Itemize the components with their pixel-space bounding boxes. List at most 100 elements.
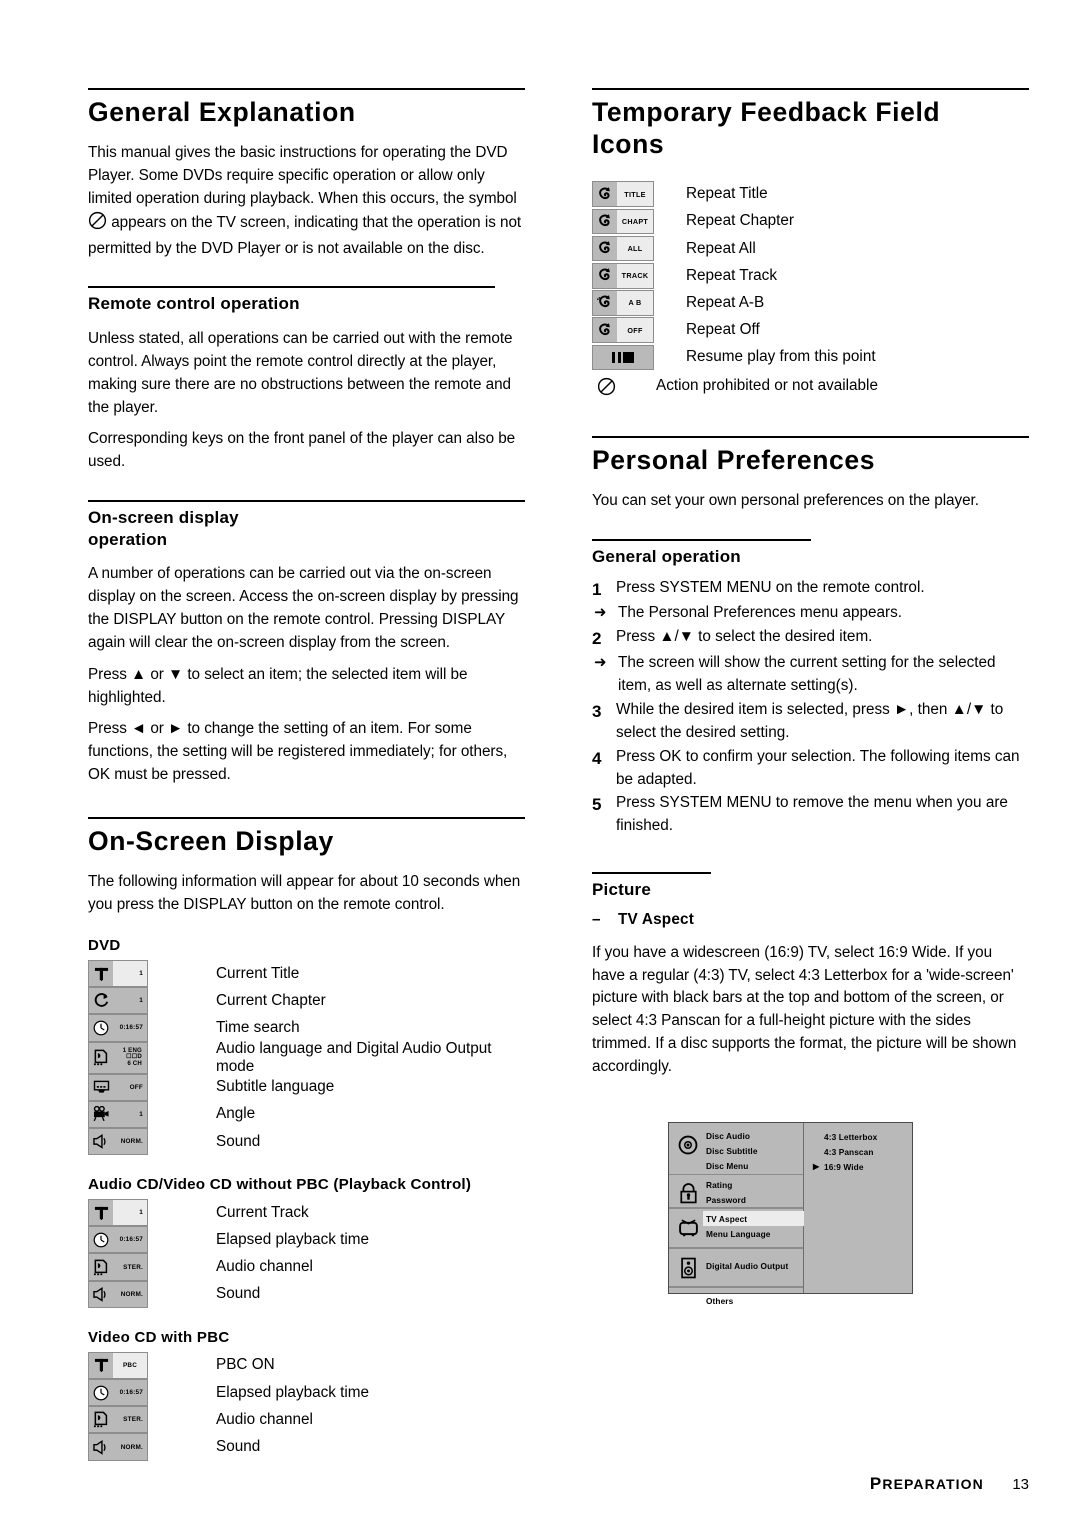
list-item: OFF Repeat Off	[592, 317, 1029, 344]
osd-chip-value: 0:16:57	[119, 1389, 143, 1397]
list-item: 5 Press SYSTEM MENU to remove the menu w…	[592, 792, 1029, 838]
list-item-label: PBC ON	[216, 1356, 275, 1374]
repeat-chip: TRACK	[592, 263, 654, 289]
remote-control-paragraph-1: Unless stated, all operations can be car…	[88, 329, 513, 416]
speaker-icon	[89, 1134, 113, 1149]
osd-operation-paragraph-3: Press ◄ or ► to change the setting of an…	[88, 720, 508, 784]
clock-icon	[89, 1232, 113, 1248]
feedback-icon-list: TITLE Repeat Title CHAPT Repeat Chapter	[592, 181, 1029, 400]
list-item: 1 Angle	[88, 1100, 525, 1128]
list-item-label: Action prohibited or not available	[656, 377, 878, 395]
heading-general-explanation: General Explanation	[88, 88, 525, 129]
footer-section-initial: P	[869, 1474, 883, 1493]
osd-chip-value: PBC	[113, 1352, 147, 1379]
list-item-label: Repeat Off	[686, 321, 760, 339]
menu-group-disc: Disc Audio Disc Subtitle Disc Menu	[669, 1123, 803, 1174]
list-item-label: Sound	[216, 1438, 261, 1455]
list-item: 0:16:57 Time search	[88, 1014, 525, 1042]
repeat-ab-chip: A B	[592, 290, 654, 316]
list-item-label: Repeat All	[686, 239, 756, 257]
step-number: 3	[592, 701, 602, 721]
list-item: 4 Press OK to confirm your selection. Th…	[592, 746, 1029, 792]
list-item: TITLE Repeat Title	[592, 181, 1029, 208]
list-item-label: Time search	[216, 1018, 300, 1036]
option-4-3-letterbox[interactable]: 4:3 Letterbox	[804, 1129, 912, 1144]
step-text: Press SYSTEM MENU to remove the menu whe…	[616, 794, 1008, 835]
heading-remote-control-operation: Remote control operation	[88, 286, 495, 314]
list-item: 1 Current Track	[88, 1199, 525, 1227]
step-text: While the desired item is selected, pres…	[616, 700, 1004, 741]
picture-section: Picture	[592, 872, 1029, 900]
list-item-label: Audio language and Digital Audio Output …	[216, 1039, 492, 1075]
lock-icon	[675, 1183, 701, 1204]
menu-item-label: TV Aspect	[706, 1213, 748, 1224]
tv-menu-options-pane: 4:3 Letterbox 4:3 Panscan ▶ 16:9 Wide	[804, 1123, 912, 1293]
heading-temporary-feedback-field-icons: Temporary Feedback Field Icons	[592, 88, 1029, 161]
list-item: OFF Subtitle language	[88, 1073, 525, 1101]
chapter-c-icon	[89, 993, 113, 1008]
list-item: STER. Audio channel	[88, 1253, 525, 1281]
tv-aspect-options: 4:3 Letterbox 4:3 Panscan ▶ 16:9 Wide	[804, 1123, 912, 1175]
osd-chip-value: STER.	[123, 1263, 143, 1271]
resume-play-icon	[592, 344, 654, 371]
title-t-icon	[89, 966, 113, 982]
speaker-icon	[89, 1286, 113, 1302]
clock-icon	[89, 1385, 113, 1401]
general-operation-steps: 1 Press SYSTEM MENU on the remote contro…	[592, 577, 1029, 838]
option-16-9-wide[interactable]: ▶ 16:9 Wide	[804, 1159, 912, 1174]
list-item: NORM. Sound	[88, 1433, 525, 1461]
title-t-icon	[89, 1357, 113, 1373]
step-result: ➜ The Personal Preferences menu appears.	[592, 602, 1029, 625]
list-item-label: Sound	[216, 1285, 261, 1303]
osd-chip-value: NORM.	[120, 1443, 143, 1451]
current-option-marker-icon: ▶	[813, 1162, 820, 1172]
heading-general-operation: General operation	[592, 538, 811, 567]
menu-item-others[interactable]: Others	[669, 1294, 803, 1309]
osd-chip-value: 1	[139, 1110, 143, 1118]
repeat-icon	[593, 213, 617, 230]
list-item: A B Repeat A-B	[592, 289, 1029, 316]
repeat-icon	[593, 322, 617, 339]
osd-chip: 1	[88, 987, 148, 1015]
repeat-chip-value: CHAPT	[617, 209, 653, 234]
list-item: 0:16:57 Elapsed playback time	[88, 1379, 525, 1407]
audio-language-icon	[89, 1258, 113, 1277]
option-4-3-panscan[interactable]: 4:3 Panscan	[804, 1144, 912, 1159]
repeat-chip: ALL	[592, 235, 654, 262]
tv-icon	[675, 1215, 701, 1237]
tv-aspect-body: If you have a widescreen (16:9) TV, sele…	[592, 943, 1017, 1076]
list-item-label: Sound	[216, 1132, 261, 1150]
osd-chip-value: NORM.	[120, 1138, 143, 1145]
footer-section-name: PREPARATION	[869, 1474, 984, 1493]
list-item: Action prohibited or not available	[592, 373, 1029, 400]
remote-control-section: Remote control operation	[88, 286, 525, 314]
heading-onscreen-display: On-Screen Display	[88, 817, 525, 858]
menu-item-label: Disc Subtitle	[706, 1145, 758, 1156]
osd-chip: 1	[88, 1100, 148, 1128]
video-cd-pbc-icon-list: PBC PBC ON 0:16:57 Elapsed playback time	[88, 1351, 525, 1461]
personal-preferences-intro: You can set your own personal preference…	[592, 491, 979, 509]
dvd-icon-list: 1 Current Title 1 Current Chapter 0:16:5…	[88, 959, 525, 1156]
list-item: 1 Current Chapter	[88, 987, 525, 1015]
list-item: CHAPT Repeat Chapter	[592, 208, 1029, 235]
repeat-chip: TITLE	[592, 181, 654, 207]
list-item-label: Current Chapter	[216, 991, 326, 1009]
repeat-chip-value: OFF	[617, 318, 653, 342]
page-number: 13	[1012, 1476, 1029, 1493]
left-column: General Explanation This manual gives th…	[88, 88, 525, 1461]
menu-item-label: Disc Audio	[706, 1130, 751, 1141]
menu-item-tv-aspect[interactable]: TV Aspect	[703, 1210, 804, 1227]
step-number: 2	[592, 629, 602, 649]
step-result-text: The Personal Preferences menu appears.	[618, 604, 903, 622]
repeat-icon	[593, 267, 617, 284]
menu-group-others: Others	[669, 1288, 803, 1309]
clock-icon	[89, 1020, 113, 1036]
list-item: STER. Audio channel	[88, 1406, 525, 1434]
osd-operation-paragraph-1: A number of operations can be carried ou…	[88, 564, 519, 651]
menu-item-label: Password	[706, 1194, 746, 1205]
heading-personal-preferences: Personal Preferences	[592, 435, 1029, 477]
menu-item-disc-menu[interactable]: Disc Menu	[669, 1158, 803, 1173]
disc-icon	[675, 1135, 701, 1155]
list-item: PBC PBC ON	[88, 1351, 525, 1380]
label-dvd: DVD	[88, 936, 121, 954]
